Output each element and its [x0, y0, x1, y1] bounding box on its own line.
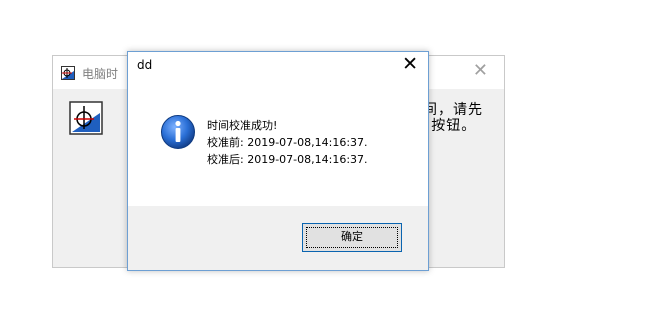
message-line: 校准前: 2019-07-08,14:16:37. — [207, 136, 368, 149]
background-text-line: ”按钮。 — [423, 118, 477, 134]
background-close-icon[interactable]: ✕ — [473, 62, 488, 80]
message-line: 校准后: 2019-07-08,14:16:37. — [207, 153, 368, 166]
app-large-icon — [69, 101, 103, 135]
background-text-line: 间，请先 — [423, 102, 483, 118]
dialog-title: dd — [137, 58, 153, 72]
ok-button[interactable]: 确定 — [302, 223, 402, 252]
app-icon — [61, 65, 75, 80]
info-icon — [160, 114, 196, 150]
dialog-footer: 确定 — [128, 206, 428, 270]
close-icon[interactable]: ✕ — [402, 54, 418, 74]
message-dialog: dd ✕ 时间校准成功! 校准前: 2019-07-08,14:16:37. 校… — [127, 51, 429, 271]
ok-button-label: 确定 — [341, 230, 363, 243]
dialog-message: 时间校准成功! 校准前: 2019-07-08,14:16:37. 校准后: 2… — [207, 117, 368, 168]
background-window-title: 电脑时 — [82, 67, 119, 81]
message-line: 时间校准成功! — [207, 119, 278, 132]
background-window-text: 间，请先 ”按钮。 — [423, 102, 503, 134]
